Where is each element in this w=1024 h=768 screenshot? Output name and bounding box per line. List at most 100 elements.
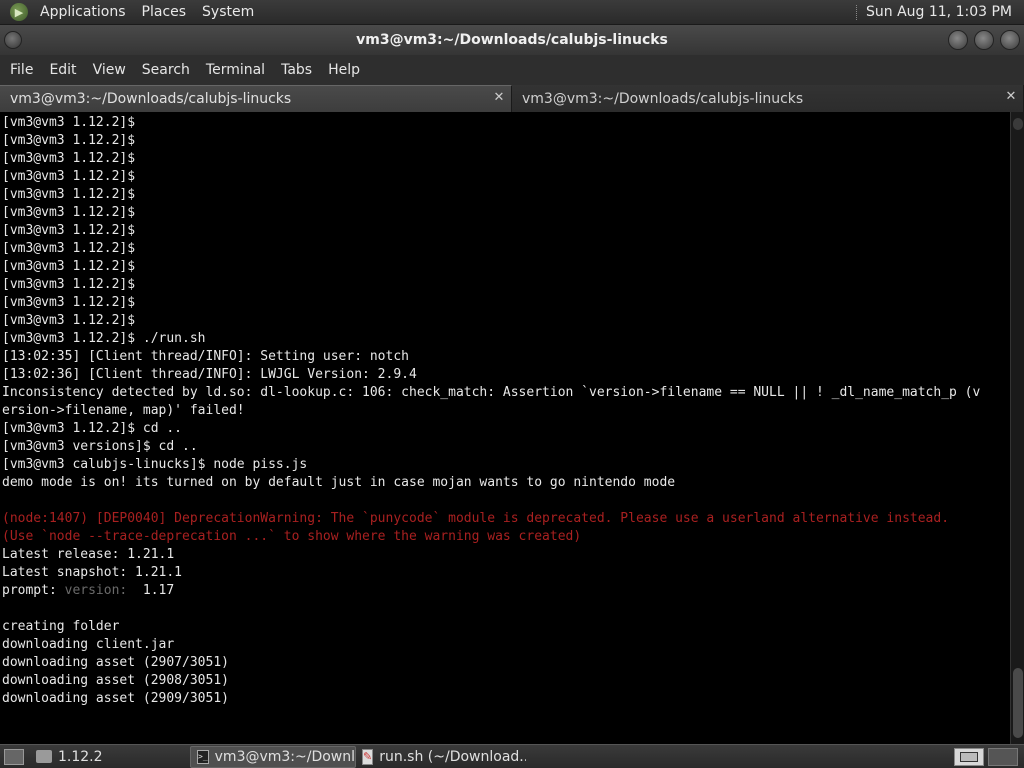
- terminal-line: [vm3@vm3 1.12.2]$: [2, 276, 1010, 294]
- terminal-line: [vm3@vm3 1.12.2]$: [2, 132, 1010, 150]
- terminal-output[interactable]: [vm3@vm3 1.12.2]$ [vm3@vm3 1.12.2]$ [vm3@v…: [0, 112, 1010, 744]
- scrollbar-top-cap: [1013, 118, 1023, 130]
- terminal-line: creating folder: [2, 618, 1010, 636]
- terminal-line: [vm3@vm3 1.12.2]$ ./run.sh: [2, 330, 1010, 348]
- menu-terminal[interactable]: Terminal: [198, 62, 273, 78]
- places-menu[interactable]: Places: [134, 4, 195, 20]
- panel-separator: [856, 4, 858, 20]
- terminal-line: downloading client.jar: [2, 636, 1010, 654]
- terminal-line-text: downloading asset (2907/3051): [2, 655, 229, 670]
- window-controls: [948, 30, 1020, 50]
- terminal-scrollbar[interactable]: [1010, 112, 1024, 744]
- menu-tabs[interactable]: Tabs: [273, 62, 320, 78]
- terminal-line: [vm3@vm3 1.12.2]$: [2, 294, 1010, 312]
- tab-bar: vm3@vm3:~/Downloads/calubjs-linucks ✕ vm…: [0, 85, 1024, 112]
- terminal-line: [vm3@vm3 calubjs-linucks]$ node piss.js: [2, 456, 1010, 474]
- top-panel: ▶ Applications Places System Sun Aug 11,…: [0, 0, 1024, 25]
- text-editor-icon: ✎: [362, 748, 374, 765]
- workspace-window-thumb: [960, 751, 978, 762]
- menu-view[interactable]: View: [85, 62, 134, 78]
- tab-close-icon[interactable]: ✕: [491, 90, 507, 105]
- menu-search[interactable]: Search: [134, 62, 198, 78]
- taskbar-item-label: vm3@vm3:~/Downl...: [214, 748, 356, 765]
- terminal-line: [vm3@vm3 1.12.2]$: [2, 186, 1010, 204]
- terminal-line-text: Latest snapshot: 1.21.1: [2, 565, 183, 580]
- terminal-line: [vm3@vm3 1.12.2]$: [2, 114, 1010, 132]
- terminal-line-text: [vm3@vm3 1.12.2]$: [2, 223, 136, 238]
- applications-menu[interactable]: Applications: [32, 4, 134, 20]
- terminal-line: [vm3@vm3 1.12.2]$: [2, 312, 1010, 330]
- terminal-line-text: prompt:: [2, 583, 65, 598]
- menu-file[interactable]: File: [2, 62, 41, 78]
- window-title: vm3@vm3:~/Downloads/calubjs-linucks: [356, 32, 668, 48]
- window-titlebar[interactable]: vm3@vm3:~/Downloads/calubjs-linucks: [0, 25, 1024, 55]
- terminal-line-text: [vm3@vm3 1.12.2]$: [2, 169, 136, 184]
- terminal-line: prompt: version: 1.17: [2, 582, 1010, 600]
- terminal-line: [vm3@vm3 versions]$ cd ..: [2, 438, 1010, 456]
- terminal-line-text: [vm3@vm3 calubjs-linucks]$ node piss.js: [2, 457, 308, 472]
- terminal-line-text: downloading asset (2908/3051): [2, 673, 229, 688]
- menu-bar: File Edit View Search Terminal Tabs Help: [0, 55, 1024, 85]
- tab-label: vm3@vm3:~/Downloads/calubjs-linucks: [10, 91, 292, 107]
- mate-logo-icon[interactable]: ▶: [10, 3, 28, 21]
- terminal-line-text: [vm3@vm3 1.12.2]$ ./run.sh: [2, 331, 206, 346]
- tab-terminal-1[interactable]: vm3@vm3:~/Downloads/calubjs-linucks ✕: [0, 85, 512, 112]
- terminal-line-text: [vm3@vm3 1.12.2]$: [2, 187, 136, 202]
- workspace-switcher-1[interactable]: [954, 747, 984, 766]
- terminal-line: ersion->filename, map)' failed!: [2, 402, 1010, 420]
- terminal-line: [vm3@vm3 1.12.2]$: [2, 240, 1010, 258]
- terminal-input-text: 1.17: [127, 583, 175, 598]
- terminal-line-text: [vm3@vm3 1.12.2]$: [2, 277, 136, 292]
- terminal-line: [13:02:35] [Client thread/INFO]: Setting…: [2, 348, 1010, 366]
- terminal-line: demo mode is on! its turned on by defaul…: [2, 474, 1010, 492]
- tab-terminal-2[interactable]: vm3@vm3:~/Downloads/calubjs-linucks ✕: [512, 85, 1024, 112]
- terminal-line: [vm3@vm3 1.12.2]$: [2, 222, 1010, 240]
- terminal-line-text: ersion->filename, map)' failed!: [2, 403, 245, 418]
- terminal-line: (node:1407) [DEP0040] DeprecationWarning…: [2, 510, 1010, 528]
- menu-edit[interactable]: Edit: [41, 62, 84, 78]
- terminal-line-text: downloading client.jar: [2, 637, 175, 652]
- terminal-line: Inconsistency detected by ld.so: dl-look…: [2, 384, 1010, 402]
- terminal-line: Latest snapshot: 1.21.1: [2, 564, 1010, 582]
- terminal-line: downloading asset (2909/3051): [2, 690, 1010, 708]
- scrollbar-thumb[interactable]: [1013, 668, 1023, 738]
- terminal-line-text: [13:02:36] [Client thread/INFO]: LWJGL V…: [2, 367, 417, 382]
- taskbar-item-terminal[interactable]: >_ vm3@vm3:~/Downl...: [190, 745, 356, 768]
- terminal-line-text: [vm3@vm3 1.12.2]$: [2, 295, 136, 310]
- terminal-line: downloading asset (2907/3051): [2, 654, 1010, 672]
- taskbar-item-editor[interactable]: ✎ run.sh (~/Download...: [356, 746, 526, 768]
- tab-label: vm3@vm3:~/Downloads/calubjs-linucks: [522, 90, 804, 107]
- folder-icon: [36, 750, 52, 763]
- taskbar-item-folder[interactable]: 1.12.2: [30, 746, 190, 768]
- close-button[interactable]: [1000, 30, 1020, 50]
- terminal-line-text: [vm3@vm3 1.12.2]$: [2, 205, 136, 220]
- window-menu-icon[interactable]: [4, 31, 22, 49]
- clock[interactable]: Sun Aug 11, 1:03 PM: [866, 4, 1024, 20]
- terminal-line-text: Latest release: 1.21.1: [2, 547, 175, 562]
- system-menu[interactable]: System: [194, 4, 262, 20]
- terminal-line: [vm3@vm3 1.12.2]$: [2, 168, 1010, 186]
- terminal-line-text: (Use `node --trace-deprecation ...` to s…: [2, 529, 582, 544]
- terminal-line-text: [vm3@vm3 versions]$ cd ..: [2, 439, 198, 454]
- terminal-icon: >_: [197, 749, 209, 764]
- terminal-line-text: [vm3@vm3 1.12.2]$: [2, 151, 136, 166]
- terminal-line: downloading asset (2908/3051): [2, 672, 1010, 690]
- terminal-line-text: [vm3@vm3 1.12.2]$: [2, 259, 136, 274]
- taskbar-item-label: 1.12.2: [58, 748, 103, 765]
- terminal-line: (Use `node --trace-deprecation ...` to s…: [2, 528, 1010, 546]
- terminal-line: [13:02:36] [Client thread/INFO]: LWJGL V…: [2, 366, 1010, 384]
- terminal-line-text: creating folder: [2, 619, 120, 634]
- terminal-line-text: demo mode is on! its turned on by defaul…: [2, 475, 676, 490]
- show-desktop-icon[interactable]: [4, 748, 24, 765]
- menu-help[interactable]: Help: [320, 62, 368, 78]
- terminal-line-text: (node:1407) [DEP0040] DeprecationWarning…: [2, 511, 950, 526]
- maximize-button[interactable]: [974, 30, 994, 50]
- minimize-button[interactable]: [948, 30, 968, 50]
- taskbar-item-label: run.sh (~/Download...: [379, 748, 526, 765]
- tab-close-icon[interactable]: ✕: [1003, 89, 1019, 104]
- terminal-line-text: [vm3@vm3 1.12.2]$ cd ..: [2, 421, 183, 436]
- terminal-line: [vm3@vm3 1.12.2]$: [2, 258, 1010, 276]
- terminal-line-text: [13:02:35] [Client thread/INFO]: Setting…: [2, 349, 409, 364]
- workspace-switcher-2[interactable]: [988, 747, 1018, 766]
